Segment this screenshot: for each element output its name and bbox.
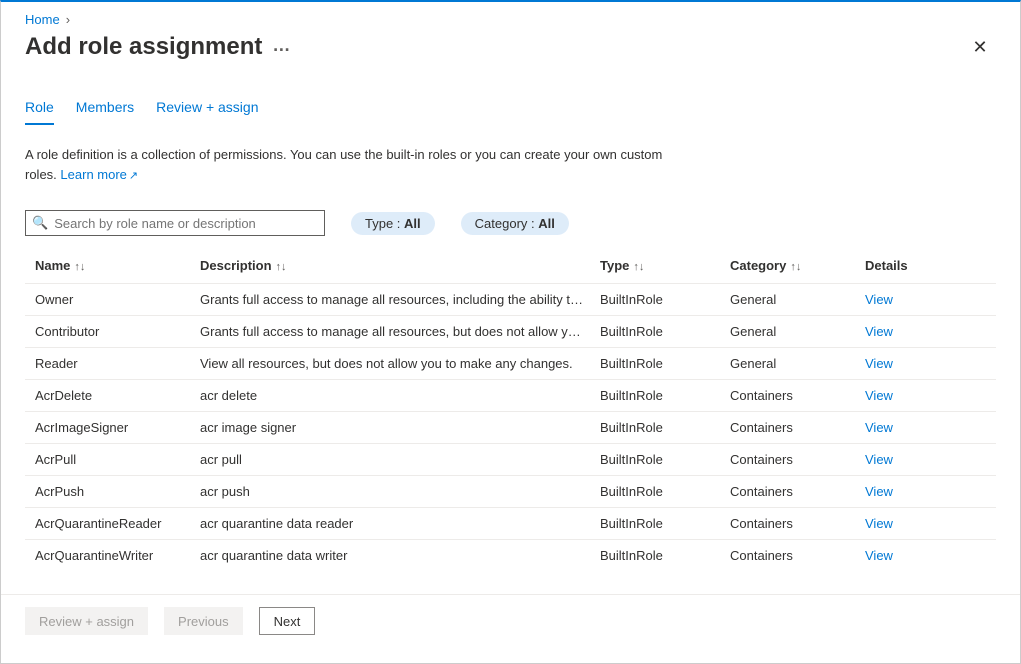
cell-description: acr quarantine data reader — [200, 516, 600, 531]
cell-name: AcrPull — [35, 452, 200, 467]
cell-type: BuiltInRole — [600, 548, 730, 563]
learn-more-link[interactable]: Learn more↗ — [60, 167, 138, 182]
chevron-right-icon: › — [66, 12, 70, 27]
tab-members[interactable]: Members — [76, 99, 134, 125]
view-link[interactable]: View — [865, 420, 893, 435]
cell-name: AcrQuarantineReader — [35, 516, 200, 531]
filter-category-pill[interactable]: Category : All — [461, 212, 569, 235]
view-link[interactable]: View — [865, 548, 893, 563]
blade-frame: Home › Add role assignment … ✕ Role Memb… — [0, 0, 1021, 664]
title-bar: Add role assignment … ✕ — [1, 27, 1020, 71]
table-row[interactable]: OwnerGrants full access to manage all re… — [25, 283, 996, 315]
cell-category: General — [730, 292, 865, 307]
col-category-header[interactable]: Category↑↓ — [730, 258, 865, 273]
col-details-header: Details — [865, 258, 986, 273]
col-type-header[interactable]: Type↑↓ — [600, 258, 730, 273]
close-icon[interactable]: ✕ — [964, 31, 996, 63]
cell-category: Containers — [730, 484, 865, 499]
cell-name: AcrPush — [35, 484, 200, 499]
table-row[interactable]: AcrPullacr pullBuiltInRoleContainersView — [25, 443, 996, 475]
table-row[interactable]: ReaderView all resources, but does not a… — [25, 347, 996, 379]
sort-icon: ↑↓ — [74, 261, 85, 273]
external-link-icon: ↗ — [129, 170, 138, 182]
cell-name: AcrDelete — [35, 388, 200, 403]
table-body: OwnerGrants full access to manage all re… — [25, 283, 996, 571]
filter-type-label: Type : — [365, 216, 400, 231]
cell-category: General — [730, 324, 865, 339]
filter-category-label: Category : — [475, 216, 535, 231]
previous-button: Previous — [164, 607, 243, 635]
col-name-header[interactable]: Name↑↓ — [35, 258, 200, 273]
search-icon: 🔍 — [32, 215, 48, 231]
breadcrumb: Home › — [1, 2, 1020, 27]
sort-icon: ↑↓ — [790, 261, 801, 273]
filter-bar: 🔍 Type : All Category : All — [25, 210, 996, 236]
cell-description: Grants full access to manage all resourc… — [200, 292, 600, 307]
more-icon[interactable]: … — [272, 35, 291, 56]
view-link[interactable]: View — [865, 324, 893, 339]
cell-description: acr quarantine data writer — [200, 548, 600, 563]
cell-type: BuiltInRole — [600, 516, 730, 531]
view-link[interactable]: View — [865, 484, 893, 499]
cell-name: Owner — [35, 292, 200, 307]
cell-category: Containers — [730, 516, 865, 531]
view-link[interactable]: View — [865, 292, 893, 307]
cell-category: Containers — [730, 388, 865, 403]
next-button[interactable]: Next — [259, 607, 316, 635]
table-row[interactable]: AcrQuarantineReaderacr quarantine data r… — [25, 507, 996, 539]
view-link[interactable]: View — [865, 452, 893, 467]
cell-type: BuiltInRole — [600, 452, 730, 467]
breadcrumb-home[interactable]: Home — [25, 12, 60, 27]
col-desc-header[interactable]: Description↑↓ — [200, 258, 600, 273]
table-row[interactable]: AcrImageSigneracr image signerBuiltInRol… — [25, 411, 996, 443]
table-row[interactable]: AcrDeleteacr deleteBuiltInRoleContainers… — [25, 379, 996, 411]
cell-description: Grants full access to manage all resourc… — [200, 324, 600, 339]
cell-category: Containers — [730, 420, 865, 435]
view-link[interactable]: View — [865, 516, 893, 531]
description-block: A role definition is a collection of per… — [25, 145, 665, 184]
cell-category: General — [730, 356, 865, 371]
cell-category: Containers — [730, 548, 865, 563]
tab-review[interactable]: Review + assign — [156, 99, 258, 125]
review-assign-button: Review + assign — [25, 607, 148, 635]
cell-type: BuiltInRole — [600, 356, 730, 371]
cell-category: Containers — [730, 452, 865, 467]
cell-description: acr pull — [200, 452, 600, 467]
cell-type: BuiltInRole — [600, 484, 730, 499]
cell-description: acr delete — [200, 388, 600, 403]
sort-icon: ↑↓ — [633, 261, 644, 273]
horizontal-scrollbar[interactable] — [1, 647, 1020, 663]
filter-type-value: All — [404, 216, 421, 231]
view-link[interactable]: View — [865, 388, 893, 403]
search-input[interactable] — [52, 215, 318, 232]
table-row[interactable]: AcrQuarantineWriteracr quarantine data w… — [25, 539, 996, 571]
cell-type: BuiltInRole — [600, 388, 730, 403]
cell-type: BuiltInRole — [600, 420, 730, 435]
tab-bar: Role Members Review + assign — [25, 99, 996, 125]
cell-description: acr push — [200, 484, 600, 499]
filter-type-pill[interactable]: Type : All — [351, 212, 435, 235]
cell-type: BuiltInRole — [600, 292, 730, 307]
filter-category-value: All — [538, 216, 555, 231]
cell-name: AcrQuarantineWriter — [35, 548, 200, 563]
sort-icon: ↑↓ — [276, 261, 287, 273]
cell-name: Reader — [35, 356, 200, 371]
cell-description: View all resources, but does not allow y… — [200, 356, 600, 371]
cell-name: AcrImageSigner — [35, 420, 200, 435]
table-header: Name↑↓ Description↑↓ Type↑↓ Category↑↓ D… — [25, 248, 996, 283]
cell-type: BuiltInRole — [600, 324, 730, 339]
page-title-text: Add role assignment — [25, 33, 262, 61]
view-link[interactable]: View — [865, 356, 893, 371]
roles-table: Name↑↓ Description↑↓ Type↑↓ Category↑↓ D… — [25, 248, 996, 571]
table-row[interactable]: ContributorGrants full access to manage … — [25, 315, 996, 347]
page-title: Add role assignment … — [25, 33, 291, 61]
content-scroll[interactable]: Role Members Review + assign A role defi… — [1, 71, 1020, 594]
bottom-bar: Review + assign Previous Next — [1, 594, 1020, 647]
cell-description: acr image signer — [200, 420, 600, 435]
tab-role[interactable]: Role — [25, 99, 54, 125]
search-box[interactable]: 🔍 — [25, 210, 325, 236]
table-row[interactable]: AcrPushacr pushBuiltInRoleContainersView — [25, 475, 996, 507]
cell-name: Contributor — [35, 324, 200, 339]
